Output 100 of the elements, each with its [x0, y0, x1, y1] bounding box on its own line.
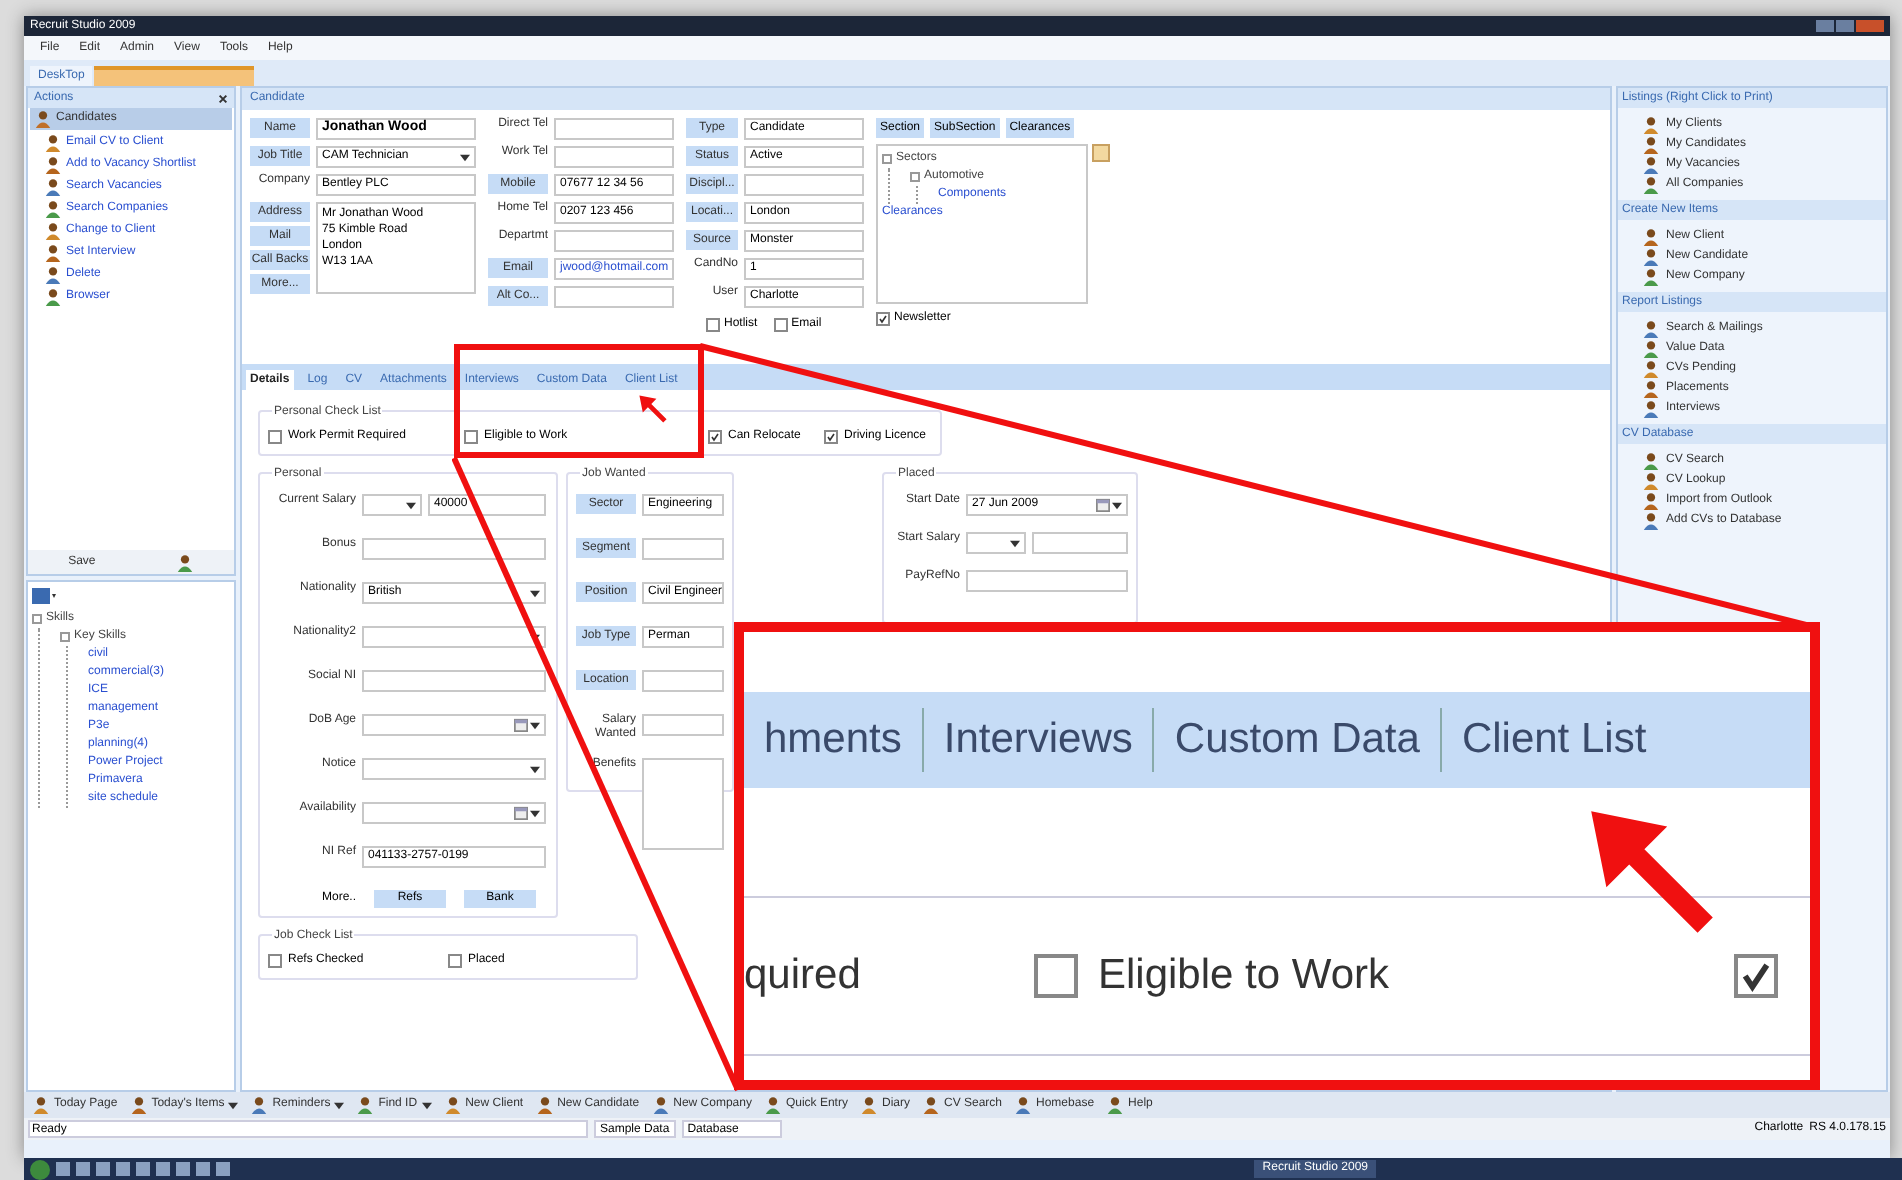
- person-icon: [1642, 359, 1660, 377]
- calendar-icon: [514, 718, 528, 732]
- date-field[interactable]: [362, 714, 546, 736]
- start-button[interactable]: [30, 1159, 50, 1179]
- collapse-icon[interactable]: [910, 172, 920, 182]
- text-field[interactable]: [642, 714, 724, 736]
- person-icon: [1014, 1096, 1033, 1114]
- dropdown-field[interactable]: [362, 758, 546, 780]
- person-icon: [763, 1096, 782, 1114]
- zoomed-tab[interactable]: Custom Data: [1152, 708, 1440, 772]
- person-icon: [44, 200, 62, 218]
- checkbox[interactable]: [268, 954, 282, 968]
- person-icon: [356, 1096, 375, 1114]
- zoomed-tab[interactable]: Interviews: [921, 708, 1153, 772]
- person-icon: [44, 288, 62, 306]
- zoomed-tab[interactable]: hments: [744, 708, 922, 772]
- maximize-button[interactable]: [1836, 20, 1854, 32]
- checkbox[interactable]: [1734, 954, 1778, 998]
- person-icon: [44, 134, 62, 152]
- person-icon: [1642, 267, 1660, 285]
- date-field[interactable]: [362, 802, 546, 824]
- zoomed-label: quired: [744, 950, 863, 1003]
- person-icon: [859, 1096, 878, 1114]
- collapse-icon[interactable]: [32, 614, 42, 624]
- calendar-icon: [514, 806, 528, 820]
- text-area[interactable]: [642, 758, 724, 850]
- text-field[interactable]: [362, 538, 546, 560]
- text-field[interactable]: [554, 146, 674, 168]
- person-icon: [44, 266, 62, 284]
- text-field[interactable]: [642, 538, 724, 560]
- person-icon: [535, 1096, 554, 1114]
- person-icon: [1642, 471, 1660, 489]
- person-icon: [44, 178, 62, 196]
- person-icon: [1642, 115, 1660, 133]
- caret-icon: [1010, 539, 1020, 547]
- checkbox[interactable]: [464, 430, 478, 444]
- person-icon: [1642, 319, 1660, 337]
- person-icon: [1642, 511, 1660, 529]
- person-icon: [1642, 451, 1660, 469]
- checkbox[interactable]: [448, 954, 462, 968]
- text-field[interactable]: [642, 670, 724, 692]
- close-button[interactable]: [1856, 20, 1884, 32]
- person-icon: [1642, 399, 1660, 417]
- zoomed-label: Eligible to Work: [1098, 950, 1390, 1003]
- checkbox[interactable]: [1034, 954, 1078, 998]
- person-icon: [1642, 135, 1660, 153]
- caret-icon: [421, 1101, 432, 1109]
- caret-icon: [228, 1101, 239, 1109]
- person-icon: [922, 1096, 940, 1114]
- person-icon: [250, 1096, 269, 1114]
- caret-icon: [530, 589, 540, 597]
- check-icon: [1738, 958, 1774, 994]
- minimize-button[interactable]: [1816, 20, 1834, 32]
- caret-icon: [460, 153, 470, 161]
- person-icon: [129, 1096, 148, 1114]
- check-icon: [826, 432, 836, 442]
- caret-icon: [334, 1101, 345, 1109]
- caret-icon: [530, 721, 540, 729]
- person-icon: [44, 156, 62, 174]
- text-field[interactable]: [744, 174, 864, 196]
- check-icon: [878, 314, 888, 324]
- person-icon: [443, 1096, 462, 1114]
- zoomed-tab[interactable]: Client List: [1439, 708, 1667, 772]
- collapse-icon[interactable]: [882, 154, 892, 164]
- dropdown-field[interactable]: [362, 626, 546, 648]
- checkbox[interactable]: [824, 430, 838, 444]
- checkbox[interactable]: [268, 430, 282, 444]
- checkbox[interactable]: [706, 318, 720, 332]
- check-icon: [710, 432, 720, 442]
- person-icon: [651, 1096, 670, 1114]
- checkbox[interactable]: [708, 430, 722, 444]
- person-icon: [44, 222, 62, 240]
- collapse-icon[interactable]: [60, 632, 70, 642]
- text-field[interactable]: [554, 118, 674, 140]
- person-icon: [1642, 227, 1660, 245]
- arrow-icon: [636, 392, 670, 426]
- text-field[interactable]: [1032, 532, 1128, 554]
- person-icon: [1642, 339, 1660, 357]
- caret-icon: [1112, 501, 1122, 509]
- checkbox[interactable]: [876, 312, 890, 326]
- text-field[interactable]: [362, 670, 546, 692]
- close-icon[interactable]: [218, 93, 228, 103]
- person-icon: [44, 244, 62, 262]
- person-icon: [1106, 1096, 1125, 1114]
- currency-dropdown[interactable]: [966, 532, 1026, 554]
- person-icon: [1642, 155, 1660, 173]
- text-field[interactable]: [966, 570, 1128, 592]
- caret-icon: [406, 501, 416, 509]
- view-icon[interactable]: [32, 588, 56, 604]
- person-icon: [1642, 491, 1660, 509]
- person-icon: [1642, 379, 1660, 397]
- text-field[interactable]: [554, 230, 674, 252]
- caret-icon: [530, 765, 540, 773]
- calendar-icon: [1096, 498, 1110, 512]
- checkbox[interactable]: [773, 318, 788, 332]
- currency-dropdown[interactable]: [362, 494, 422, 516]
- person-icon: [32, 1096, 50, 1114]
- text-field[interactable]: [554, 286, 674, 308]
- person-icon: [175, 553, 194, 571]
- person-icon: [34, 110, 52, 128]
